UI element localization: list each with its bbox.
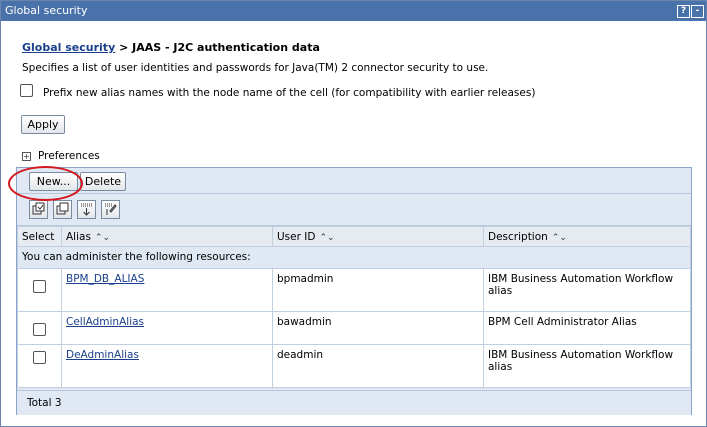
access-message: You can administer the following resourc… xyxy=(17,246,691,269)
alias-link[interactable]: CellAdminAlias xyxy=(66,316,144,328)
description-cell: IBM Business Automation Workflow alias xyxy=(483,344,691,388)
window-title: Global security xyxy=(5,4,88,17)
select-all-icon[interactable] xyxy=(29,200,48,219)
total-row: Total 3 xyxy=(17,390,691,415)
sort-icon[interactable]: ⌃⌄ xyxy=(319,233,334,243)
row-select-checkbox[interactable] xyxy=(33,280,46,293)
delete-button[interactable]: Delete xyxy=(80,172,126,191)
expand-icon[interactable]: + xyxy=(22,152,31,161)
description-cell: IBM Business Automation Workflow alias xyxy=(483,268,691,312)
minimize-icon[interactable]: - xyxy=(691,5,704,18)
prefix-alias-checkbox[interactable] xyxy=(20,84,33,97)
table-icon-toolbar xyxy=(17,194,691,226)
prefix-alias-label: Prefix new alias names with the node nam… xyxy=(43,87,536,99)
page-description: Specifies a list of user identities and … xyxy=(22,62,489,74)
clear-filter-icon[interactable] xyxy=(101,200,120,219)
breadcrumb-current: > JAAS - J2C authentication data xyxy=(115,41,320,54)
access-message-row: You can administer the following resourc… xyxy=(17,246,691,269)
user-id-cell: deadmin xyxy=(272,344,484,388)
user-id-cell: bawadmin xyxy=(272,311,484,345)
collection-table-area: New... Delete Select Alias ⌃⌄ User ID ⌃⌄ D… xyxy=(16,167,692,415)
new-button-highlight-annotation xyxy=(8,166,83,201)
aliases-table: Select Alias ⌃⌄ User ID ⌃⌄ Description ⌃⌄ Y… xyxy=(17,226,691,388)
total-count: Total 3 xyxy=(27,397,62,409)
user-id-column-header[interactable]: User ID ⌃⌄ xyxy=(272,226,484,247)
table-row: DeAdminAlias deadmin IBM Business Automa… xyxy=(17,344,691,388)
table-row: CellAdminAlias bawadmin BPM Cell Adminis… xyxy=(17,311,691,345)
show-filter-icon[interactable] xyxy=(77,200,96,219)
description-column-header[interactable]: Description ⌃⌄ xyxy=(483,226,691,247)
description-cell: BPM Cell Administrator Alias xyxy=(483,311,691,345)
preferences-toggle[interactable]: Preferences xyxy=(38,150,100,162)
help-icon[interactable]: ? xyxy=(677,5,690,18)
sort-icon[interactable]: ⌃⌄ xyxy=(95,233,110,243)
table-header-row: Select Alias ⌃⌄ User ID ⌃⌄ Description ⌃⌄ xyxy=(17,226,691,247)
alias-link[interactable]: BPM_DB_ALIAS xyxy=(66,273,144,285)
select-column-header: Select xyxy=(17,226,62,247)
deselect-all-icon[interactable] xyxy=(53,200,72,219)
apply-button[interactable]: Apply xyxy=(21,115,65,134)
user-id-cell: bpmadmin xyxy=(272,268,484,312)
title-bar: Global security ? - xyxy=(1,1,706,21)
action-toolbar: New... Delete xyxy=(17,168,691,194)
breadcrumb-global-security-link[interactable]: Global security xyxy=(22,41,115,54)
alias-link[interactable]: DeAdminAlias xyxy=(66,349,139,361)
global-security-panel: Global security ? - Global security > JA… xyxy=(0,0,707,427)
row-select-checkbox[interactable] xyxy=(33,323,46,336)
sort-icon[interactable]: ⌃⌄ xyxy=(552,233,567,243)
row-select-checkbox[interactable] xyxy=(33,351,46,364)
alias-column-header[interactable]: Alias ⌃⌄ xyxy=(61,226,273,247)
breadcrumb: Global security > JAAS - J2C authenticat… xyxy=(22,41,320,54)
table-row: BPM_DB_ALIAS bpmadmin IBM Business Autom… xyxy=(17,268,691,312)
